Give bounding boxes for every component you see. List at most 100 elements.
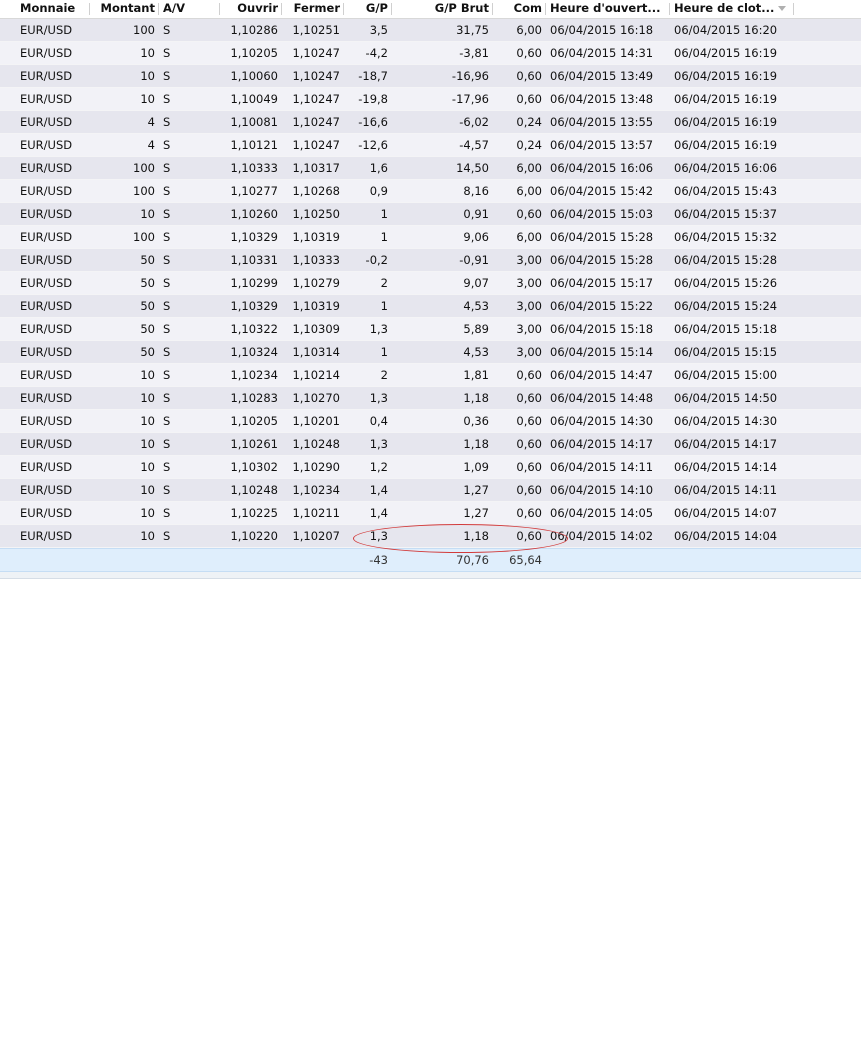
cell-gp-brut: 1,18 (463, 437, 489, 451)
cell-fermer: 1,10317 (292, 161, 340, 175)
cell-ouvrir: 1,10261 (230, 437, 278, 451)
cell-heure-cloture: 06/04/2015 14:11 (674, 483, 778, 497)
cell-heure-cloture: 06/04/2015 15:32 (674, 230, 778, 244)
table-row[interactable]: EUR/USD 10 S 1,10049 1,10247 -19,8 -17,96 0,60 0… (0, 88, 861, 111)
table-row[interactable]: EUR/USD 4 S 1,10081 1,10247 -16,6 -6,02 0,24 06/… (0, 111, 861, 134)
cell-heure-ouverture: 06/04/2015 15:22 (550, 299, 654, 313)
cell-heure-cloture: 06/04/2015 14:50 (674, 391, 778, 405)
cell-gp: -4,2 (365, 46, 388, 60)
table-row[interactable]: EUR/USD 50 S 1,10324 1,10314 1 4,53 3,00 06/04/2… (0, 341, 861, 364)
column-header-ouvrir[interactable]: Ouvrir (220, 0, 282, 18)
cell-gp-brut: 14,50 (456, 161, 489, 175)
cell-monnaie: EUR/USD (20, 322, 73, 336)
table-row[interactable]: EUR/USD 10 S 1,10283 1,10270 1,3 1,18 0,60 06/04… (0, 387, 861, 410)
column-header-gp-label: G/P (365, 1, 388, 15)
cell-gp-brut: 9,07 (463, 276, 489, 290)
table-row[interactable]: EUR/USD 10 S 1,10205 1,10247 -4,2 -3,81 0,60 06/… (0, 42, 861, 65)
cell-heure-cloture: 06/04/2015 15:24 (674, 299, 778, 313)
cell-fermer: 1,10248 (292, 437, 340, 451)
column-header-gp[interactable]: G/P (344, 0, 392, 18)
cell-monnaie: EUR/USD (20, 69, 73, 83)
cell-ouvrir: 1,10234 (230, 368, 278, 382)
cell-av: S (163, 276, 171, 290)
cell-gp-brut: 1,81 (463, 368, 489, 382)
cell-av: S (163, 368, 171, 382)
cell-gp: 1,3 (369, 391, 388, 405)
cell-gp: 1,2 (369, 460, 388, 474)
cell-ouvrir: 1,10248 (230, 483, 278, 497)
cell-montant: 10 (140, 391, 155, 405)
table-row[interactable]: EUR/USD 100 S 1,10277 1,10268 0,9 8,16 6,00 06/0… (0, 180, 861, 203)
cell-heure-ouverture: 06/04/2015 13:49 (550, 69, 654, 83)
cell-ouvrir: 1,10049 (230, 92, 278, 106)
cell-ouvrir: 1,10329 (230, 299, 278, 313)
cell-fermer: 1,10234 (292, 483, 340, 497)
table-row[interactable]: EUR/USD 10 S 1,10220 1,10207 1,3 1,18 0,60 06/04… (0, 525, 861, 548)
cell-monnaie: EUR/USD (20, 414, 73, 428)
column-header-montant[interactable]: Montant (92, 0, 159, 18)
cell-heure-cloture: 06/04/2015 15:00 (674, 368, 778, 382)
table-row[interactable]: EUR/USD 10 S 1,10060 1,10247 -18,7 -16,96 0,60 0… (0, 65, 861, 88)
cell-fermer: 1,10314 (292, 345, 340, 359)
column-header-av[interactable]: A/V (159, 0, 220, 18)
table-row[interactable]: EUR/USD 10 S 1,10205 1,10201 0,4 0,36 0,60 06/04… (0, 410, 861, 433)
cell-av: S (163, 253, 171, 267)
cell-av: S (163, 184, 171, 198)
column-header-fermer-label: Fermer (293, 1, 340, 15)
table-row[interactable]: EUR/USD 100 S 1,10333 1,10317 1,6 14,50 6,00 06/… (0, 157, 861, 180)
cell-gp: 2 (380, 368, 388, 382)
cell-com: 3,00 (516, 299, 542, 313)
cell-monnaie: EUR/USD (20, 138, 73, 152)
cell-monnaie: EUR/USD (20, 92, 73, 106)
cell-montant: 10 (140, 529, 155, 543)
cell-montant: 10 (140, 506, 155, 520)
table-row[interactable]: EUR/USD 50 S 1,10299 1,10279 2 9,07 3,00 06/04/2… (0, 272, 861, 295)
cell-com: 0,60 (516, 391, 542, 405)
table-row[interactable]: EUR/USD 10 S 1,10260 1,10250 1 0,91 0,60 06/04/2… (0, 203, 861, 226)
column-header-monnaie[interactable]: Monnaie (16, 0, 90, 18)
cell-heure-ouverture: 06/04/2015 14:30 (550, 414, 654, 428)
cell-montant: 50 (140, 253, 155, 267)
table-row[interactable]: EUR/USD 10 S 1,10225 1,10211 1,4 1,27 0,60 06/04… (0, 502, 861, 525)
cell-gp: 1 (380, 207, 388, 221)
cell-heure-cloture: 06/04/2015 16:19 (674, 46, 778, 60)
cell-av: S (163, 138, 171, 152)
table-row[interactable]: EUR/USD 10 S 1,10248 1,10234 1,4 1,27 0,60 06/04… (0, 479, 861, 502)
cell-com: 0,60 (516, 506, 542, 520)
cell-com: 0,60 (516, 368, 542, 382)
column-header-gp-brut[interactable]: G/P Brut (392, 0, 493, 18)
cell-heure-ouverture: 06/04/2015 16:18 (550, 23, 654, 37)
cell-com: 6,00 (516, 161, 542, 175)
cell-gp-brut: 1,27 (463, 506, 489, 520)
cell-montant: 50 (140, 299, 155, 313)
table-row[interactable]: EUR/USD 10 S 1,10302 1,10290 1,2 1,09 0,60 06/04… (0, 456, 861, 479)
cell-monnaie: EUR/USD (20, 345, 73, 359)
column-header-heure-cloture[interactable]: Heure de clot... (670, 0, 794, 18)
table-row[interactable]: EUR/USD 100 S 1,10329 1,10319 1 9,06 6,00 06/04/… (0, 226, 861, 249)
cell-montant: 50 (140, 276, 155, 290)
cell-fermer: 1,10214 (292, 368, 340, 382)
cell-av: S (163, 460, 171, 474)
table-row[interactable]: EUR/USD 50 S 1,10331 1,10333 -0,2 -0,91 3,00 06/… (0, 249, 861, 272)
cell-montant: 10 (140, 460, 155, 474)
column-header-heure-ouverture[interactable]: Heure d'ouvert... (546, 0, 670, 18)
table-row[interactable]: EUR/USD 4 S 1,10121 1,10247 -12,6 -4,57 0,24 06/… (0, 134, 861, 157)
table-row[interactable]: EUR/USD 50 S 1,10329 1,10319 1 4,53 3,00 06/04/2… (0, 295, 861, 318)
cell-fermer: 1,10247 (292, 138, 340, 152)
cell-heure-cloture: 06/04/2015 16:19 (674, 138, 778, 152)
cell-montant: 10 (140, 69, 155, 83)
table-row[interactable]: EUR/USD 10 S 1,10261 1,10248 1,3 1,18 0,60 06/04… (0, 433, 861, 456)
cell-montant: 4 (147, 115, 155, 129)
cell-com: 0,60 (516, 483, 542, 497)
cell-fermer: 1,10247 (292, 69, 340, 83)
cell-gp-brut: 4,53 (463, 299, 489, 313)
table-row[interactable]: EUR/USD 50 S 1,10322 1,10309 1,3 5,89 3,00 06/04… (0, 318, 861, 341)
table-row[interactable]: EUR/USD 100 S 1,10286 1,10251 3,5 31,75 6,00 06/… (0, 19, 861, 42)
column-header-fermer[interactable]: Fermer (282, 0, 344, 18)
cell-av: S (163, 414, 171, 428)
column-header-com[interactable]: Com (493, 0, 546, 18)
sort-descending-icon[interactable] (778, 6, 787, 11)
table-row[interactable]: EUR/USD 10 S 1,10234 1,10214 2 1,81 0,60 06/04/2… (0, 364, 861, 387)
cell-com: 3,00 (516, 253, 542, 267)
cell-av: S (163, 207, 171, 221)
